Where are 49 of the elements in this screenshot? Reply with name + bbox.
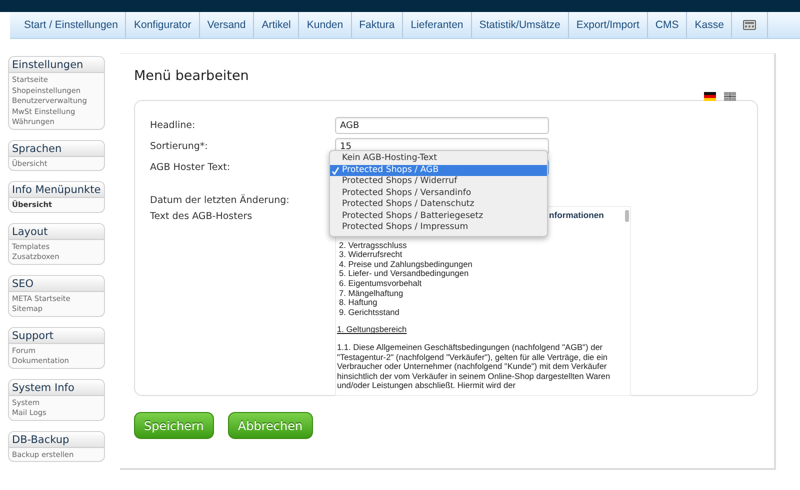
- nav-tab[interactable]: Lieferanten: [402, 12, 471, 38]
- page-title: Menü bearbeiten: [134, 68, 250, 84]
- dropdown-option[interactable]: Protected Shops / Impressum: [330, 222, 547, 234]
- nav-tab[interactable]: Versand: [198, 12, 254, 38]
- text-field[interactable]: AGB: [335, 117, 549, 134]
- field-label: Text des AGB-Hosters: [150, 210, 254, 222]
- paragraph: 1.1. Diese Allgemeinen Geschäftsbedingungen (nachfolgend "AGB") der "Testagentur-2" (nachfolgend "Verkäufer"), gelten für alle Verträge, die ein Verbraucher oder Unternehmer (nachfolgend "Kunde") mit dem Verkäufer hinsichtlich der vom Verkäufer in seinem Online-Shop dargestellten Waren und/oder Leistungen abschließt. Hiermit wird der: [337, 342, 612, 391]
- sidebar-heading: Support: [9, 328, 104, 344]
- dropdown-option[interactable]: Protected Shops / Widerruf: [330, 176, 547, 188]
- british-flag-icon[interactable]: [724, 92, 736, 101]
- scrollbar-thumb[interactable]: [625, 210, 629, 222]
- dropdown-option[interactable]: Protected Shops / Batteriegesetz: [330, 210, 547, 222]
- nav-tab[interactable]: Konfigurator: [125, 12, 199, 38]
- field-label: Headline:: [150, 119, 196, 131]
- list-item: 6. Eigentumsvorbehalt: [338, 278, 422, 289]
- checkmark-icon: [332, 166, 339, 174]
- dropdown-option[interactable]: Protected Shops / Datenschutz: [330, 199, 547, 210]
- sidebar-heading: DB-Backup: [9, 432, 104, 448]
- nav-tab[interactable]: Artikel: [253, 12, 298, 38]
- nav-tab[interactable]: Kasse: [686, 12, 732, 38]
- keypad-icon[interactable]: [743, 20, 756, 30]
- sidebar-heading: Info Menüpunkte: [9, 182, 104, 198]
- dropdown-option[interactable]: Kein AGB-Hosting-Text: [330, 153, 547, 164]
- sidebar-heading: System Info: [9, 380, 104, 396]
- dropdown-option[interactable]: Protected Shops / Versandinfo: [330, 188, 547, 199]
- nav-tab[interactable]: Statistik/Umsätze: [470, 12, 568, 38]
- sidebar-heading: Layout: [9, 224, 104, 240]
- nav-tab[interactable]: Start / Einstellungen: [10, 12, 126, 38]
- list-item: 7. Mängelhaftung: [338, 288, 404, 298]
- nav-tab[interactable]: CMS: [646, 12, 686, 38]
- list-item: 2. Vertragsschluss: [338, 240, 407, 250]
- sidebar-heading: Sprachen: [9, 140, 104, 156]
- field-label: Sortierung*:: [150, 140, 209, 152]
- nav-tab[interactable]: Kunden: [298, 12, 351, 38]
- nav-tab[interactable]: Faktura: [350, 12, 402, 38]
- dropdown-option[interactable]: Protected Shops / AGB: [330, 164, 547, 176]
- list-item: 8. Haftung: [338, 298, 378, 308]
- field-label: AGB Hoster Text:: [150, 161, 232, 173]
- nav-tab[interactable]: Export/Import: [568, 12, 647, 38]
- document-heading: nformationen: [549, 211, 604, 221]
- list-item: 3. Widerrufsrecht: [338, 250, 402, 260]
- sidebar-heading: Einstellungen: [9, 57, 104, 73]
- list-item: 9. Gerichtsstand: [338, 308, 400, 318]
- list-item: 5. Liefer- und Versandbedingungen: [338, 269, 469, 279]
- german-flag-icon[interactable]: [704, 92, 716, 101]
- section-heading: 1. Geltungsbereich: [337, 325, 407, 335]
- sidebar-heading: SEO: [9, 276, 104, 292]
- list-item: 4. Preise und Zahlungsbedingungen: [338, 260, 472, 270]
- field-label: Datum der letzten Änderung:: [150, 193, 290, 206]
